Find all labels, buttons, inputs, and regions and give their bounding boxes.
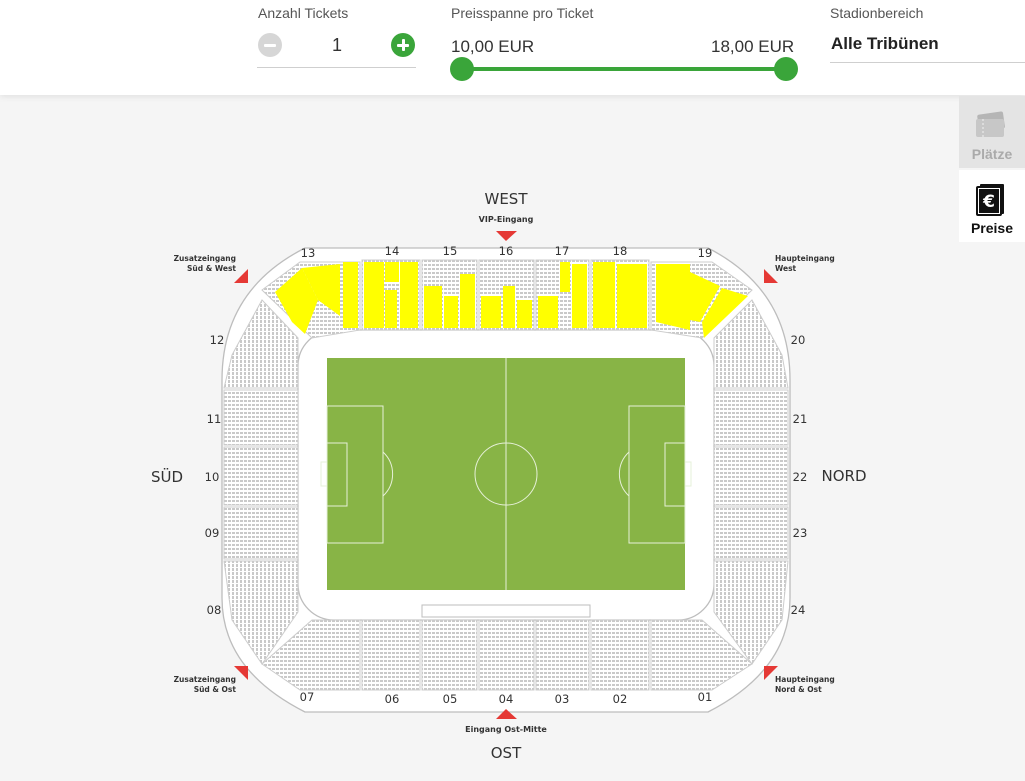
block-04[interactable] — [478, 619, 535, 691]
so-entrance-marker — [234, 666, 248, 680]
tab-preise-label: Preise — [970, 220, 1014, 236]
so-entrance-line1: Zusatzeingang — [174, 675, 236, 684]
block-label-top: 15 — [443, 244, 458, 258]
sw-entrance-line1: Zusatzeingang — [174, 254, 236, 263]
vip-entrance-marker — [496, 231, 517, 241]
tickets-underline — [257, 67, 416, 68]
block-label-bottom: 01 — [698, 690, 713, 704]
block-label-right: 21 — [793, 412, 808, 426]
price-slider-track[interactable] — [462, 67, 786, 71]
left-stand — [223, 299, 299, 665]
block-label-top: 17 — [555, 244, 570, 258]
increase-tickets-button[interactable] — [391, 33, 415, 57]
block-03[interactable] — [535, 619, 590, 691]
pitch — [320, 358, 692, 590]
stadium-area-select[interactable]: Alle Tribünen — [831, 34, 939, 54]
block-23[interactable] — [713, 506, 789, 560]
block-label-bottom: 03 — [555, 692, 570, 706]
hw-entrance-line2: West — [775, 264, 797, 273]
block-label-top: 16 — [499, 244, 514, 258]
block-label-right: 24 — [791, 603, 806, 617]
tab-plaetze[interactable]: Plätze — [959, 96, 1025, 168]
direction-ost: OST — [491, 744, 522, 762]
block-label-left: 09 — [205, 526, 220, 540]
sw-entrance-line2: Süd & West — [187, 264, 236, 273]
block-21[interactable] — [713, 389, 789, 446]
stadium-map: WEST OST SÜD NORD VIP-Eingang Eingang Os… — [140, 180, 900, 780]
no-entrance-line1: Haupteingang — [775, 675, 835, 684]
block-09[interactable] — [223, 506, 299, 560]
block-label-left: 08 — [207, 603, 222, 617]
block-label-right: 20 — [791, 333, 806, 347]
block-label-bottom: 04 — [499, 692, 514, 706]
price-max-handle[interactable] — [774, 57, 798, 81]
block-label-top: 13 — [301, 246, 316, 260]
ost-mitte-entrance-label: Eingang Ost-Mitte — [465, 725, 547, 734]
hw-entrance-line1: Haupteingang — [775, 254, 835, 263]
block-label-left: 11 — [207, 412, 222, 426]
filter-bar: Anzahl Tickets 1 Preisspanne pro Ticket … — [0, 0, 1025, 95]
euro-icon: € — [976, 184, 1004, 216]
block-22[interactable] — [713, 446, 789, 506]
block-05[interactable] — [421, 619, 478, 691]
block-label-top: 19 — [698, 246, 713, 260]
block-02[interactable] — [590, 619, 650, 691]
svg-text:€: € — [982, 192, 995, 212]
block-label-left: 10 — [205, 470, 220, 484]
direction-sued: SÜD — [151, 467, 183, 486]
tickets-count: 1 — [331, 35, 342, 55]
block-label-top: 18 — [613, 244, 628, 258]
block-label-left: 12 — [210, 333, 225, 347]
block-11[interactable] — [223, 389, 299, 446]
price-range-label: Preisspanne pro Ticket — [451, 5, 594, 21]
vip-entrance-label: VIP-Eingang — [479, 215, 534, 224]
price-min: 10,00 EUR — [451, 37, 535, 56]
price-max: 18,00 EUR — [711, 37, 795, 56]
block-label-bottom: 02 — [613, 692, 628, 706]
stadium-area-underline — [830, 62, 1025, 63]
so-entrance-line2: Süd & Ost — [194, 685, 237, 694]
block-10[interactable] — [223, 446, 299, 506]
block-label-right: 23 — [793, 526, 808, 540]
tickets-label: Anzahl Tickets — [258, 5, 349, 21]
block-label-right: 22 — [793, 470, 808, 484]
no-entrance-line2: Nord & Ost — [775, 685, 822, 694]
direction-west: WEST — [485, 190, 529, 208]
decrease-tickets-button[interactable] — [258, 33, 282, 57]
price-min-handle[interactable] — [450, 57, 474, 81]
block-label-bottom: 06 — [385, 692, 400, 706]
tab-preise[interactable]: € Preise — [959, 170, 1025, 242]
sw-entrance-marker — [234, 269, 248, 283]
stadium-area-label: Stadionbereich — [830, 5, 924, 21]
block-06[interactable] — [361, 619, 421, 691]
direction-nord: NORD — [822, 467, 867, 485]
right-stand — [713, 299, 789, 665]
block-label-top: 14 — [385, 244, 400, 258]
tickets-icon — [976, 111, 1005, 137]
block-label-bottom: 07 — [300, 690, 315, 704]
media-box — [421, 604, 591, 618]
tab-plaetze-label: Plätze — [971, 146, 1013, 162]
block-label-bottom: 05 — [443, 692, 458, 706]
